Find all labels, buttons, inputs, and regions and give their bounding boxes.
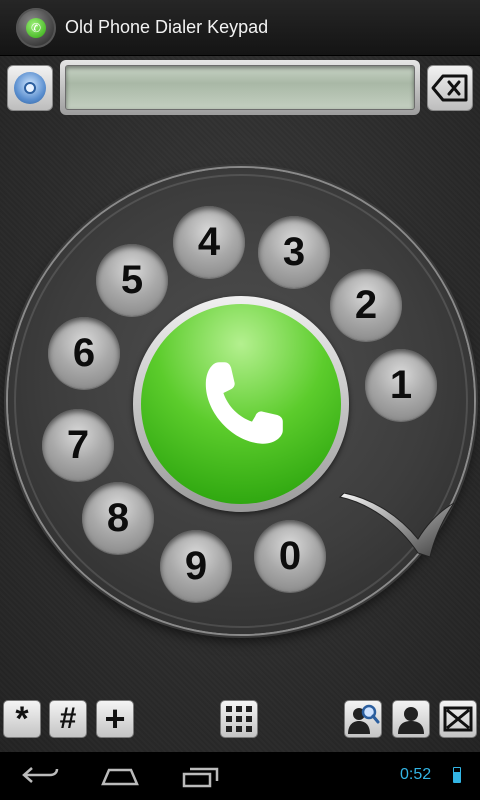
battery-icon: [453, 767, 461, 783]
backspace-button[interactable]: [427, 65, 473, 111]
home-icon[interactable]: [101, 766, 139, 786]
call-button[interactable]: [141, 304, 341, 504]
keypad-grid-icon: [226, 706, 252, 732]
contact-search-icon: [348, 704, 380, 734]
keypad-button[interactable]: [220, 700, 258, 738]
phone-icon: ✆: [26, 17, 46, 38]
dial-digit-2[interactable]: 2: [330, 269, 402, 341]
number-display: [60, 60, 420, 115]
recent-apps-icon[interactable]: [182, 766, 220, 788]
settings-ring-center: [24, 82, 36, 94]
settings-ring-icon: [14, 72, 46, 104]
exit-button[interactable]: [439, 700, 477, 738]
number-field[interactable]: [65, 65, 415, 110]
dial-digit-3[interactable]: 3: [258, 216, 330, 288]
finger-stop: [338, 493, 455, 558]
contacts-button[interactable]: [392, 700, 430, 738]
title-bar: ✆ Old Phone Dialer Keypad: [0, 0, 480, 56]
dial-digit-8[interactable]: 8: [82, 482, 154, 554]
phone-handset-icon: [205, 362, 283, 444]
backspace-icon: [431, 74, 468, 102]
dial-digit-0[interactable]: 0: [254, 520, 326, 592]
dial-digit-7[interactable]: 7: [42, 409, 114, 481]
contact-person-icon: [398, 707, 424, 734]
system-nav-bar: 0:52: [0, 752, 480, 800]
app-icon: ✆: [16, 7, 56, 48]
dial-digit-4[interactable]: 4: [173, 206, 245, 278]
dial-digit-9[interactable]: 9: [160, 530, 232, 602]
rotary-dial[interactable]: 1 2 3 4 5 6 7 8 9 0: [8, 168, 474, 634]
dial-digit-1[interactable]: 1: [365, 349, 437, 421]
plus-button[interactable]: +: [96, 698, 134, 739]
app-title: Old Phone Dialer Keypad: [65, 17, 269, 37]
settings-button[interactable]: [7, 65, 53, 111]
clock: 0:52: [400, 766, 432, 783]
star-button[interactable]: *: [3, 700, 41, 738]
hash-button[interactable]: #: [49, 700, 87, 738]
dial-digit-5[interactable]: 5: [96, 244, 168, 316]
dial-digit-6[interactable]: 6: [48, 317, 120, 389]
contact-search-button[interactable]: [344, 700, 382, 738]
close-box-icon: [443, 706, 473, 732]
back-arrow-icon[interactable]: [22, 764, 60, 786]
